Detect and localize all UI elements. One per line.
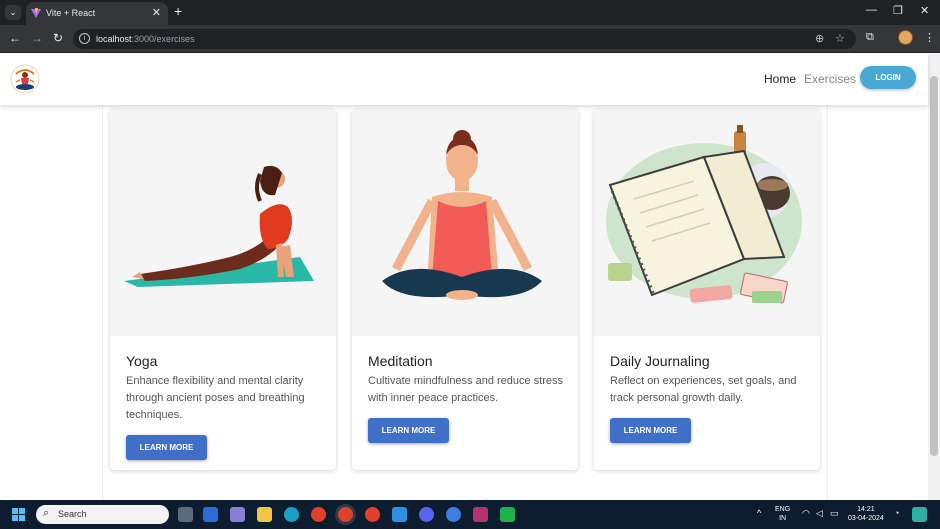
meditation-illustration [352,109,578,336]
exercise-card-meditation: Meditation Cultivate mindfulness and red… [352,109,578,470]
back-icon[interactable]: ← [9,31,21,45]
journaling-illustration [594,109,820,336]
task-view-icon[interactable] [178,507,193,522]
tray-chevron-icon[interactable]: ^ [757,509,761,518]
nav-exercises-link[interactable]: Exercises [804,72,856,86]
minimize-icon[interactable]: — [866,4,877,16]
chrome-icon[interactable] [311,507,326,522]
edge-icon[interactable] [284,507,299,522]
site-logo[interactable] [10,64,40,94]
chrome-profile-icon[interactable] [365,507,380,522]
page-viewport: Home Exercises LOGIN Yoga Enhance flexib… [0,54,940,500]
exercise-card-yoga: Yoga Enhance flexibility and mental clar… [110,109,336,470]
card-title: Meditation [368,353,433,369]
windows-taskbar: ⌕ Search ^ ENG IN ◠ ◁ ▭ 14:21 03-04-2024… [0,500,940,529]
extensions-icon[interactable]: ⧉ [866,31,874,44]
clock-date: 03-04-2024 [848,515,884,522]
scrollbar-thumb[interactable] [930,76,938,456]
card-description: Enhance flexibility and mental clarity t… [126,375,305,421]
main-content: Yoga Enhance flexibility and mental clar… [102,105,828,500]
forward-icon[interactable]: → [31,31,43,45]
url-host: localhost [96,34,132,44]
browser-toolbar: ← → ↻ i localhost:3000/exercises ⊕ ☆ ⧉ ⋮ [0,25,940,53]
browser-tab-bar: ⌄ Vite + React ✕ + — ❐ ✕ [0,0,940,25]
exercise-card-daily-journaling: Daily Journaling Reflect on experiences,… [594,109,820,470]
learn-more-button[interactable]: LEARN MORE [126,435,207,460]
url-path: :3000/exercises [131,34,195,44]
language-bottom: IN [779,515,787,522]
notification-bell-icon[interactable]: ◔ [894,509,899,518]
site-navbar: Home Exercises LOGIN [0,54,928,105]
vscode-icon[interactable] [392,507,407,522]
battery-icon[interactable]: ▭ [830,509,839,518]
browser-tab[interactable]: Vite + React ✕ [26,2,168,25]
address-bar[interactable]: i localhost:3000/exercises ⊕ ☆ [73,29,856,49]
store-icon[interactable] [203,507,218,522]
login-button[interactable]: LOGIN [860,66,916,89]
clock[interactable]: 14:21 03-04-2024 [848,505,884,523]
taskbar-search-label: Search [58,509,87,519]
tab-title: Vite + React [46,8,96,18]
learn-more-button[interactable]: LEARN MORE [610,418,691,443]
atlas-icon[interactable] [446,507,461,522]
yoga-illustration [110,109,336,336]
card-description: Reflect on experiences, set goals, and t… [610,375,797,404]
card-description: Cultivate mindfulness and reduce stress … [368,375,564,404]
nav-home-link[interactable]: Home [764,72,796,86]
intellij-icon[interactable] [473,507,488,522]
snipping-tool-icon[interactable] [230,507,245,522]
new-tab-icon[interactable]: + [174,3,182,19]
taskbar-search-box[interactable]: ⌕ Search [36,505,169,524]
zoom-icon[interactable]: ⊕ [815,32,824,45]
clock-time: 14:21 [857,506,875,513]
menu-kebab-icon[interactable]: ⋮ [924,31,935,44]
site-info-icon[interactable]: i [79,33,90,44]
language-top: ENG [775,506,791,513]
wifi-icon[interactable]: ◠ [802,509,810,518]
language-indicator[interactable]: ENG IN [775,505,790,523]
reload-icon[interactable]: ↻ [53,31,63,45]
card-title: Yoga [126,353,158,369]
restore-icon[interactable]: ❐ [893,4,903,17]
pycharm-icon[interactable] [500,507,515,522]
volume-icon[interactable]: ◁ [816,509,823,518]
file-explorer-icon[interactable] [257,507,272,522]
search-icon: ⌕ [43,507,50,519]
vite-favicon-icon [31,8,41,18]
tab-search-icon[interactable]: ⌄ [5,5,21,20]
close-window-icon[interactable]: ✕ [920,4,929,17]
windows-start-icon[interactable] [12,508,25,521]
card-title: Daily Journaling [610,353,710,369]
url-text: localhost:3000/exercises [96,34,195,44]
chrome-active-icon[interactable] [338,507,353,522]
profile-avatar[interactable] [898,30,913,45]
copilot-icon[interactable] [912,507,927,522]
tab-close-icon[interactable]: ✕ [152,6,161,19]
bookmark-star-icon[interactable]: ☆ [835,32,845,45]
learn-more-button[interactable]: LEARN MORE [368,418,449,443]
discord-icon[interactable] [419,507,434,522]
